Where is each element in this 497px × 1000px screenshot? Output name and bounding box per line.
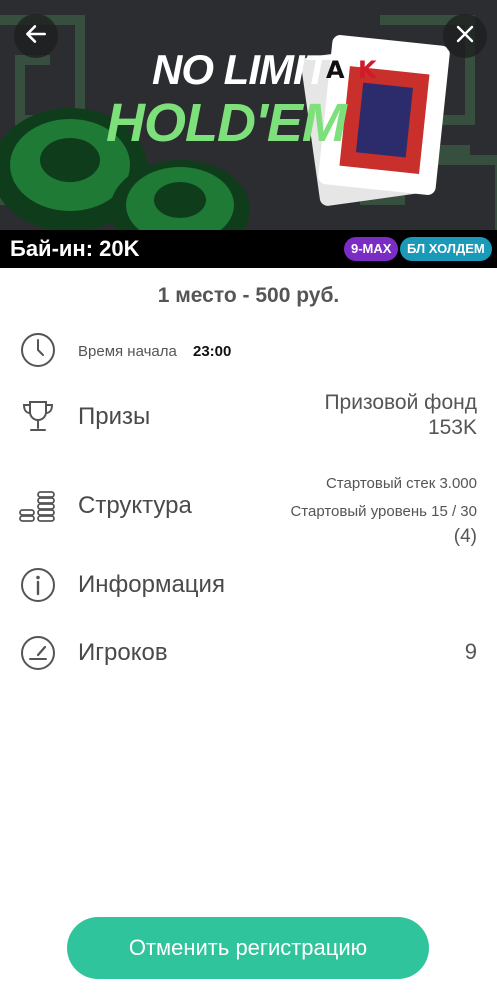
tournament-banner: A K NO LIMIT HOLD'EM Бай-ин: 20K 9-MAX Б… (0, 0, 497, 268)
prize-pool-value: 153K (427, 416, 477, 439)
starting-level: Стартовый уровень 15 / 30 (290, 503, 477, 520)
clock-icon (18, 330, 58, 375)
banner-title-line2: HOLD'EM (106, 93, 347, 153)
structure-row[interactable]: Структура Стартовый стек 3.000 Стартовый… (0, 468, 497, 548)
information-label: Информация (78, 571, 225, 598)
prizes-label: Призы (78, 403, 151, 430)
buyin-label: Бай-ин: 20K (10, 236, 140, 261)
structure-details: Стартовый стек 3.000 Стартовый уровень 1… (290, 470, 477, 548)
trophy-icon (18, 396, 58, 441)
game-type-badge: БЛ ХОЛДЕМ (400, 237, 492, 261)
chip-stacks-icon (18, 488, 60, 527)
information-row[interactable]: Информация (0, 562, 497, 608)
start-time-label: Время начала (78, 343, 177, 360)
back-arrow-icon (23, 21, 49, 52)
starting-level-minutes: (4) (453, 526, 477, 547)
structure-label: Структура (78, 492, 192, 519)
players-row[interactable]: Игроков 9 (0, 630, 497, 676)
prize-pool-label: Призовой фонд (324, 391, 477, 414)
players-count: 9 (464, 639, 477, 664)
players-label: Игроков (78, 639, 168, 666)
speedometer-icon (18, 633, 58, 678)
card-ace-label: A (326, 56, 345, 84)
start-time-value: 23:00 (193, 343, 232, 360)
close-button[interactable] (443, 14, 487, 58)
info-icon (18, 565, 58, 610)
prizes-row[interactable]: Призы Призовой фонд 153K (0, 390, 497, 446)
first-place-prize: 1 место - 500 руб. (157, 284, 340, 307)
buyin-bar: Бай-ин: 20K 9-MAX БЛ ХОЛДЕМ (0, 230, 497, 268)
cancel-registration-button[interactable]: Отменить регистрацию (67, 917, 429, 979)
prize-pool: Призовой фонд 153K (324, 390, 477, 440)
starting-stack: Стартовый стек 3.000 (325, 475, 477, 492)
banner-title-line1: NO LIMIT (152, 46, 329, 93)
back-button[interactable] (14, 14, 58, 58)
start-time-row: Время начала 23:00 (0, 328, 497, 372)
max-players-badge: 9-MAX (344, 237, 399, 261)
card-king-label: K (358, 56, 378, 84)
close-icon (453, 22, 477, 51)
